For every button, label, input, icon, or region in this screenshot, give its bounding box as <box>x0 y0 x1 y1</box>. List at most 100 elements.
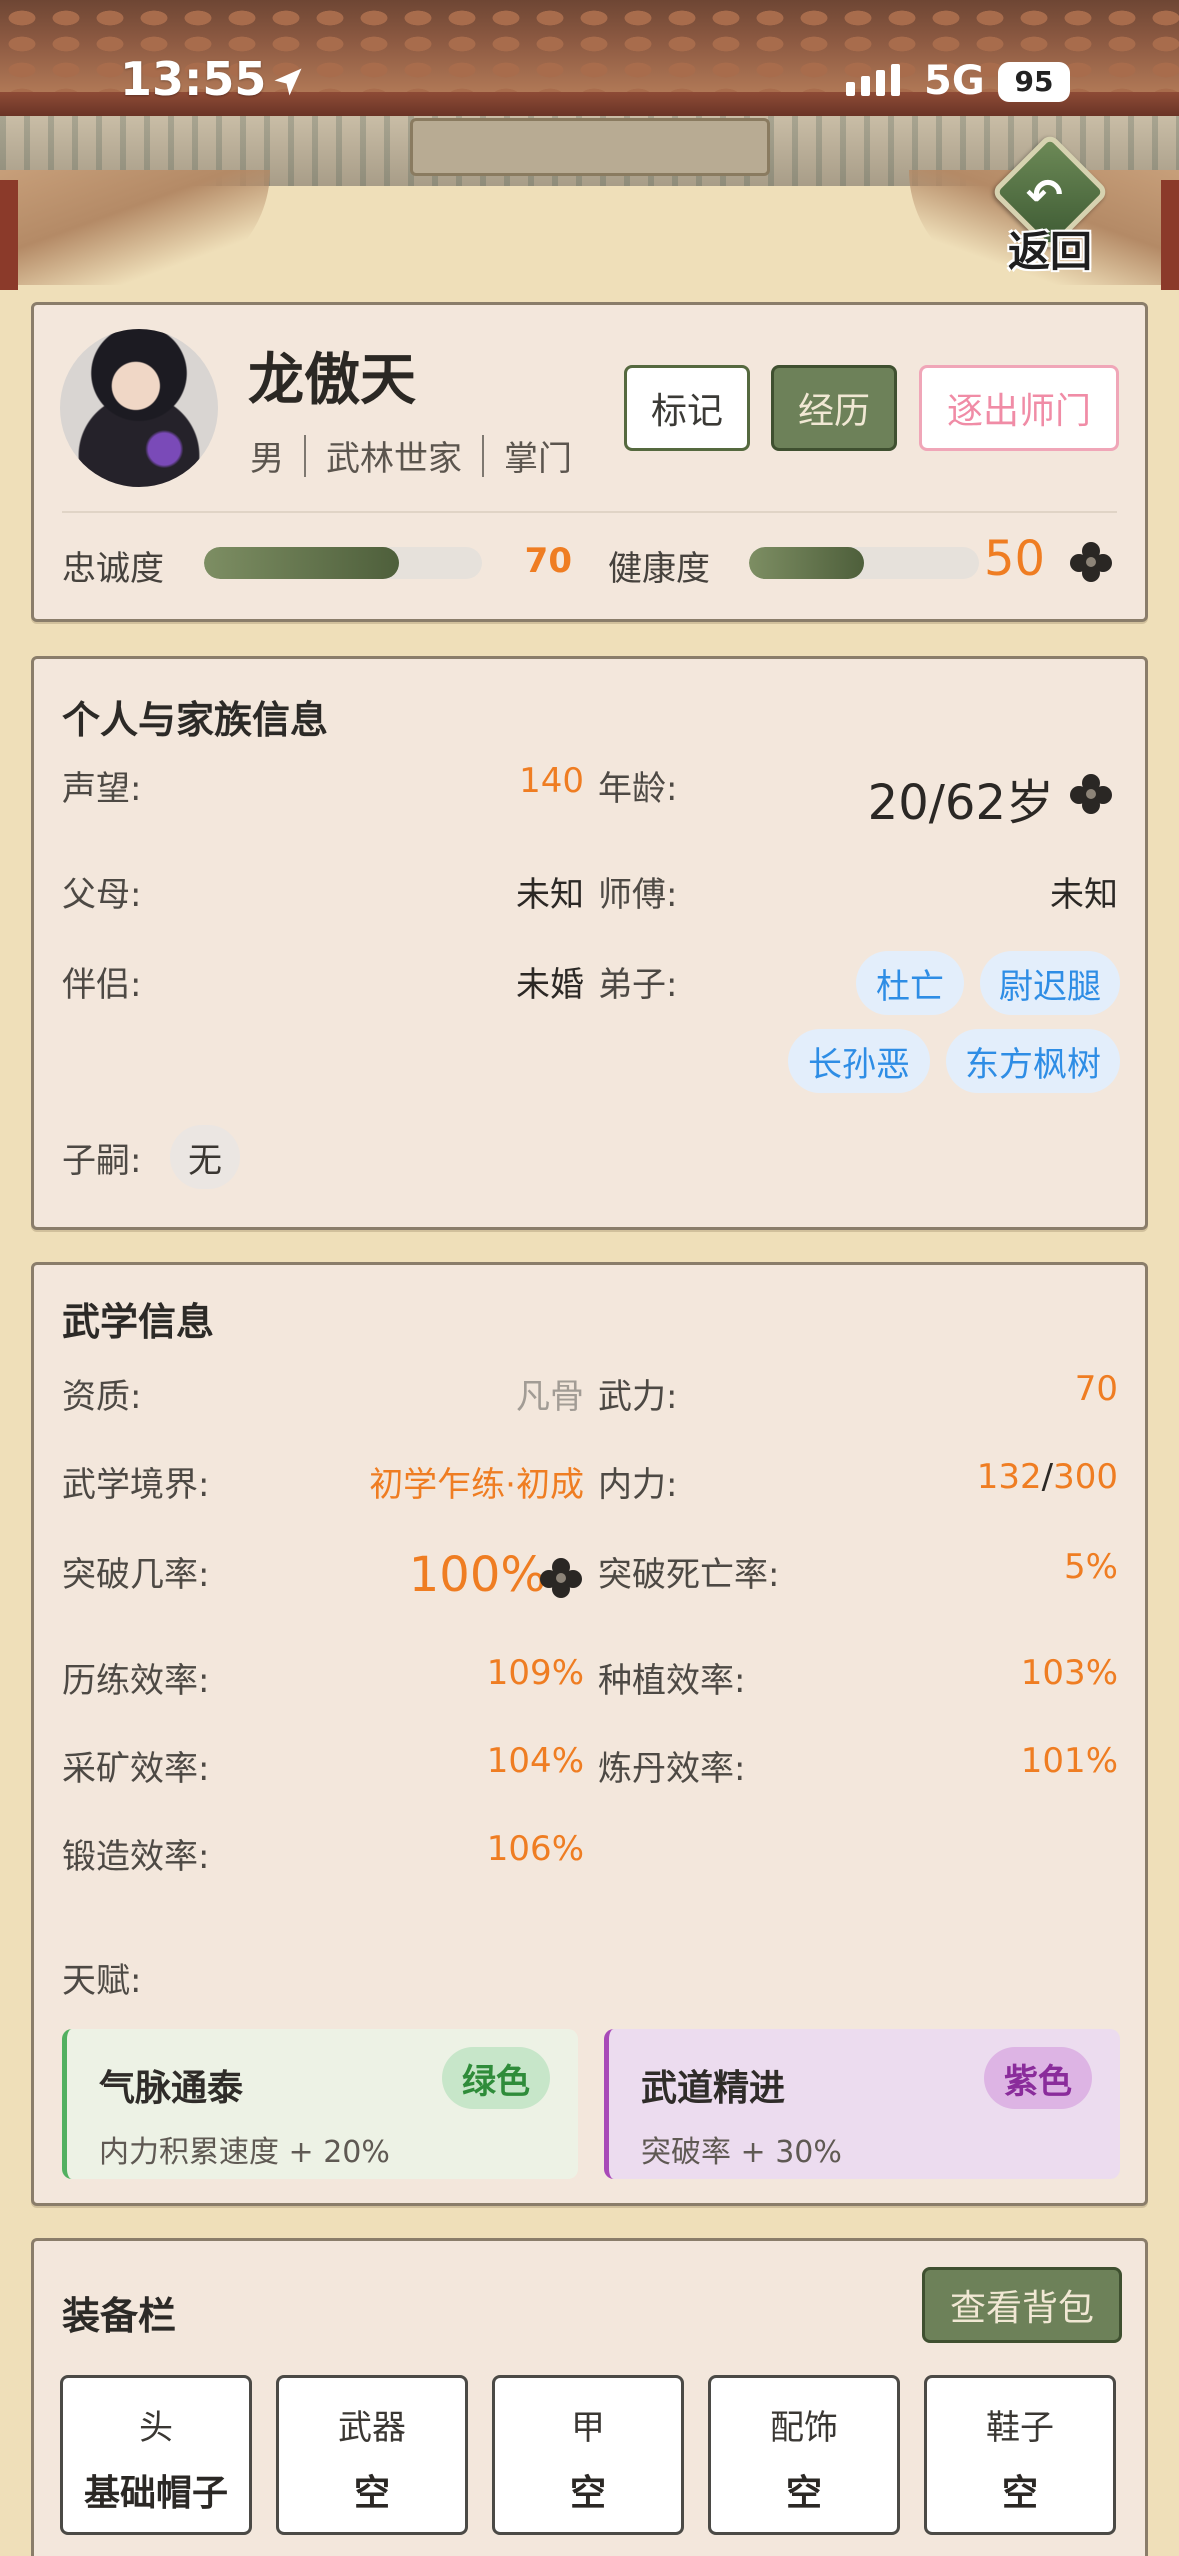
expel-button[interactable]: 逐出师门 <box>919 365 1119 451</box>
slot-name: 甲 <box>571 2408 605 2448</box>
talent-name: 气脉通泰 <box>99 2068 244 2109</box>
slot-name: 鞋子 <box>986 2408 1054 2448</box>
aptitude-value: 凡骨 <box>516 1377 584 1417</box>
talent-label: 天赋: <box>62 1961 142 2001</box>
loyalty-label: 忠诚度 <box>62 549 164 589</box>
talent-description: 内力积累速度 + 20% <box>99 2135 390 2170</box>
death-rate-value: 5% <box>1064 1547 1118 1587</box>
history-button[interactable]: 经历 <box>771 365 897 451</box>
heirs-label: 子嗣: <box>62 1141 142 1181</box>
inner-separator: / <box>1041 1457 1054 1497</box>
disciple-chip[interactable]: 东方枫树 <box>946 1029 1120 1093</box>
force-value: 70 <box>1074 1369 1118 1409</box>
slot-item: 空 <box>1001 2473 1038 2514</box>
equipment-slot-shoes[interactable]: 鞋子 空 <box>924 2375 1116 2535</box>
roof-bracket-left <box>0 170 270 285</box>
breakthrough-label: 突破几率: <box>62 1555 210 1595</box>
force-label: 武力: <box>598 1377 678 1417</box>
spouse-value: 未婚 <box>516 965 584 1005</box>
back-label: 返回 <box>1007 227 1092 276</box>
divider <box>62 511 1117 513</box>
heirs-chip[interactable]: 无 <box>170 1125 240 1189</box>
equipment-slot-head[interactable]: 头 基础帽子 <box>60 2375 252 2535</box>
character-name: 龙傲天 <box>248 348 416 413</box>
ink-flower-icon[interactable] <box>1066 771 1116 817</box>
plant-efficiency-label: 种植效率: <box>598 1661 746 1701</box>
return-arrow-icon: ↶ <box>1026 170 1063 221</box>
alchemy-efficiency-label: 炼丹效率: <box>598 1749 746 1789</box>
signal-icon <box>846 64 900 96</box>
meta-divider <box>304 434 306 477</box>
origin: 武林世家 <box>326 439 462 479</box>
mine-efficiency-label: 采矿效率: <box>62 1749 210 1789</box>
train-efficiency-label: 历练效率: <box>62 1661 210 1701</box>
reputation-value: 140 <box>519 761 584 801</box>
personal-info-card: 个人与家族信息 声望: 140 年龄: 20/62岁 父母: 未知 师傅: 未知… <box>31 656 1148 1230</box>
avatar[interactable] <box>60 329 218 487</box>
talent-card[interactable]: 气脉通泰 绿色 内力积累速度 + 20% <box>62 2029 578 2179</box>
talent-name: 武道精进 <box>641 2068 786 2109</box>
inner-max: 300 <box>1053 1457 1118 1497</box>
forge-efficiency-label: 锻造效率: <box>62 1837 210 1877</box>
roof-plaque <box>410 118 770 176</box>
ink-flower-icon[interactable] <box>536 1555 586 1601</box>
loyalty-value: 70 <box>524 541 572 581</box>
talent-grade-badge: 紫色 <box>984 2047 1092 2109</box>
talent-description: 突破率 + 30% <box>641 2135 842 2170</box>
master-label: 师傅: <box>598 875 678 915</box>
slot-name: 头 <box>139 2408 173 2448</box>
role: 掌门 <box>504 439 572 479</box>
pillar-right <box>1161 180 1179 290</box>
equipment-slot-armor[interactable]: 甲 空 <box>492 2375 684 2535</box>
mine-efficiency-value: 104% <box>486 1741 584 1781</box>
disciple-chip[interactable]: 尉迟腿 <box>980 951 1120 1015</box>
forge-efficiency-value: 106% <box>486 1829 584 1869</box>
parents-label: 父母: <box>62 875 142 915</box>
alchemy-efficiency-value: 101% <box>1020 1741 1118 1781</box>
talent-card[interactable]: 武道精进 紫色 突破率 + 30% <box>604 2029 1120 2179</box>
equipment-slot-accessory[interactable]: 配饰 空 <box>708 2375 900 2535</box>
disciple-chip[interactable]: 杜亡 <box>856 951 964 1015</box>
health-bar <box>749 547 979 579</box>
master-value: 未知 <box>1050 875 1118 915</box>
equipment-card: 装备栏 查看背包 头 基础帽子 武器 空 甲 空 配饰 空 鞋子 空 <box>31 2238 1148 2556</box>
pillar-left <box>0 180 18 290</box>
health-bar-fill <box>749 547 864 579</box>
loyalty-bar <box>204 547 482 579</box>
disciples-label: 弟子: <box>598 965 678 1005</box>
slot-item: 空 <box>353 2473 390 2514</box>
mark-button[interactable]: 标记 <box>624 365 750 451</box>
back-button[interactable]: ↶ 返回 <box>990 132 1110 276</box>
plant-efficiency-value: 103% <box>1020 1653 1118 1693</box>
talent-grade-badge: 绿色 <box>442 2047 550 2109</box>
status-time: 13:55 <box>120 52 267 106</box>
meta-divider <box>482 434 484 477</box>
disciple-chip[interactable]: 长孙恶 <box>788 1029 930 1093</box>
realm-value: 初学乍练·初成 <box>369 1465 584 1505</box>
slot-name: 配饰 <box>770 2408 838 2448</box>
personal-info-title: 个人与家族信息 <box>62 698 329 742</box>
ink-flower-icon[interactable] <box>1066 539 1116 585</box>
health-label: 健康度 <box>608 549 710 589</box>
gender: 男 <box>250 439 284 479</box>
aptitude-label: 资质: <box>62 1377 142 1417</box>
realm-label: 武学境界: <box>62 1465 210 1505</box>
equipment-slot-weapon[interactable]: 武器 空 <box>276 2375 468 2535</box>
spouse-label: 伴侣: <box>62 965 142 1005</box>
loyalty-bar-fill <box>204 547 399 579</box>
age-value: 20/62岁 <box>867 775 1054 831</box>
martial-info-card: 武学信息 资质: 凡骨 武力: 70 武学境界: 初学乍练·初成 内力: 132… <box>31 1262 1148 2206</box>
slot-item: 空 <box>569 2473 606 2514</box>
character-meta: 男 武林世家 掌门 <box>250 431 572 480</box>
slot-item: 空 <box>785 2473 822 2514</box>
profile-card: 龙傲天 男 武林世家 掌门 标记 经历 逐出师门 忠诚度 70 健康度 50 <box>31 302 1148 622</box>
equipment-title: 装备栏 <box>62 2294 177 2338</box>
slot-item: 基础帽子 <box>83 2473 228 2514</box>
view-bag-button[interactable]: 查看背包 <box>922 2267 1122 2343</box>
inner-current: 132 <box>976 1457 1042 1497</box>
inner-power-value: 132/300 <box>834 1457 1118 1497</box>
location-arrow-icon <box>274 68 302 96</box>
train-efficiency-value: 109% <box>486 1653 584 1693</box>
network-label: 5G <box>924 58 985 104</box>
breakthrough-value: 100% <box>408 1547 546 1603</box>
